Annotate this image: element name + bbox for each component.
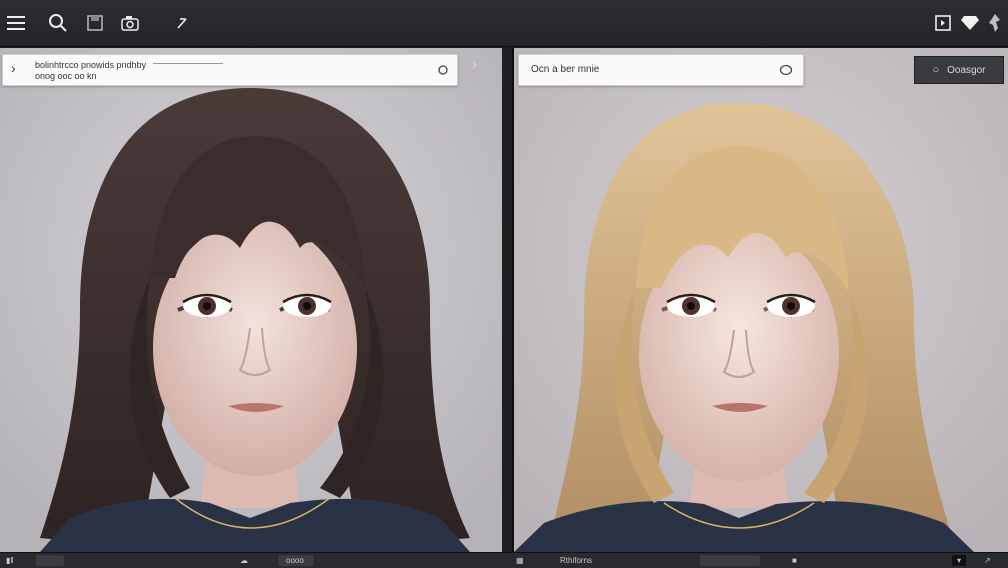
gem-icon[interactable] bbox=[957, 10, 983, 36]
chevron-right-icon[interactable]: › bbox=[11, 60, 16, 76]
camera-icon[interactable] bbox=[117, 10, 143, 36]
search-circle-icon-right[interactable] bbox=[779, 63, 793, 81]
search-icon[interactable] bbox=[45, 10, 71, 36]
menu-icon[interactable] bbox=[4, 10, 30, 36]
left-prompt-box[interactable]: › bolinhtrcco pnowids pndhby onog ooc oo… bbox=[2, 54, 458, 86]
right-image-panel: Ocn a ber mnie ○ Ooasgor bbox=[512, 48, 1008, 552]
right-prompt-box[interactable]: Ocn a ber mnie bbox=[518, 54, 804, 86]
left-image-panel: › bolinhtrcco pnowids pndhby onog ooc oo… bbox=[0, 48, 504, 552]
prompt-underline bbox=[153, 63, 223, 64]
left-status-chip[interactable] bbox=[36, 555, 64, 566]
left-prompt-line2: onog ooc oo kn bbox=[35, 71, 97, 81]
dark-hair-portrait bbox=[0, 48, 502, 552]
compare-button[interactable]: ○ Ooasgor bbox=[914, 56, 1004, 84]
right-status-chip[interactable] bbox=[700, 555, 760, 566]
search-circle-icon[interactable] bbox=[437, 63, 449, 81]
undo-icon[interactable] bbox=[168, 10, 194, 36]
monitor-icon[interactable]: ■ bbox=[792, 555, 797, 566]
mid-status-chip[interactable]: oooo bbox=[278, 555, 314, 566]
top-toolbar bbox=[0, 0, 1008, 47]
next-arrow-icon[interactable]: › bbox=[472, 56, 477, 74]
expand-icon[interactable]: ↗ bbox=[984, 555, 991, 566]
panel-divider[interactable] bbox=[502, 48, 512, 567]
right-prompt-text: Ocn a ber mnie bbox=[531, 64, 600, 75]
pin-icon[interactable] bbox=[982, 10, 1008, 36]
sidebar-toggle-icon[interactable]: ▮‖ bbox=[6, 555, 14, 566]
save-icon[interactable] bbox=[82, 10, 108, 36]
blonde-hair-portrait bbox=[514, 48, 1008, 552]
record-icon: ○ bbox=[932, 64, 940, 76]
cloud-icon[interactable]: ☁ bbox=[240, 555, 248, 566]
grid-icon[interactable]: ▦ bbox=[516, 555, 524, 566]
compare-button-label: Ooasgor bbox=[947, 64, 986, 76]
panel-icon[interactable] bbox=[930, 10, 956, 36]
bottom-status-bar: ▮‖ ☁ oooo ▦ Rthiforns ■ ▾ ↗ bbox=[0, 552, 1008, 568]
status-text: Rthiforns bbox=[560, 556, 593, 565]
left-prompt-line1: bolinhtrcco pnowids pndhby bbox=[35, 60, 147, 70]
dropdown-icon[interactable]: ▾ bbox=[952, 555, 966, 566]
mid-status-text: oooo bbox=[286, 556, 304, 565]
